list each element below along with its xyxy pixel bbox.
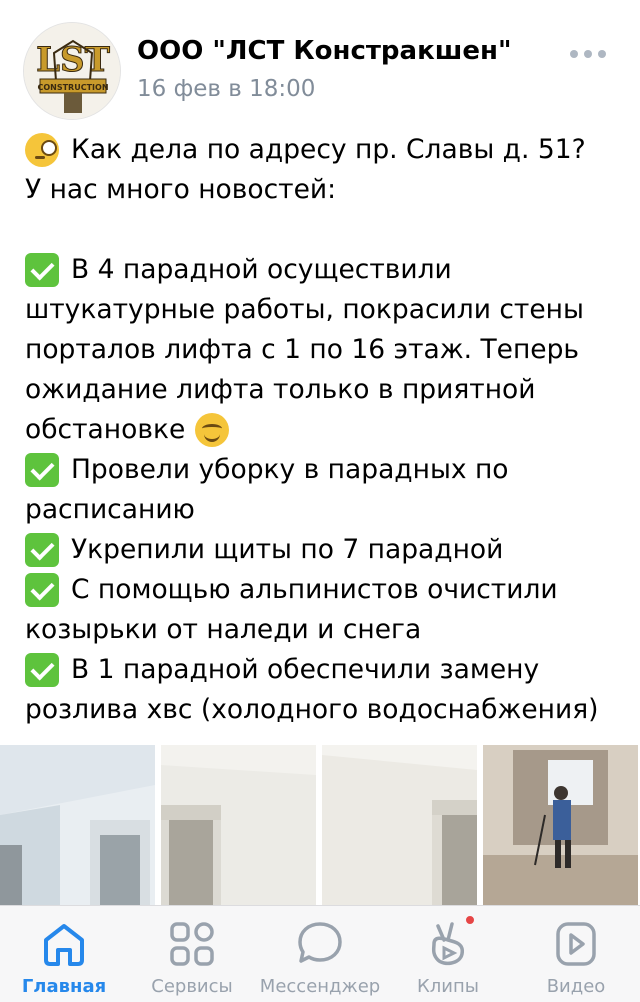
post-line bbox=[25, 210, 625, 250]
notification-badge bbox=[464, 914, 476, 926]
bottom-tab-bar: Главная Сервисы Мессенджер Клипы Видео bbox=[0, 905, 640, 1002]
post-header: LST CONSTRUCTION ООО "ЛСТ Констракшен" 1… bbox=[0, 0, 640, 120]
tab-label: Главная bbox=[21, 976, 107, 997]
post-line: порталов лифта с 1 по 16 этаж. Теперь bbox=[25, 334, 580, 365]
post-date[interactable]: 16 фев в 18:00 bbox=[137, 76, 315, 102]
post-line: У нас много новостей: bbox=[25, 174, 337, 205]
post-line: Как дела по адресу пр. Славы д. 51? bbox=[25, 130, 625, 170]
community-avatar[interactable]: LST CONSTRUCTION bbox=[23, 22, 121, 120]
clips-icon bbox=[422, 914, 476, 970]
photo-thumbnail[interactable] bbox=[483, 745, 638, 905]
tab-label: Видео bbox=[546, 976, 606, 997]
tab-label: Мессенджер bbox=[259, 976, 381, 997]
check-mark-icon bbox=[25, 573, 59, 607]
post-line: расписанию bbox=[25, 494, 195, 525]
svg-text:LST: LST bbox=[36, 40, 110, 80]
post-line: ожидание лифта только в приятной bbox=[25, 374, 536, 405]
tab-clips[interactable]: Клипы bbox=[384, 906, 512, 1002]
check-mark-icon bbox=[25, 653, 59, 687]
photo-gallery bbox=[0, 745, 640, 905]
post-line: штукатурные работы, покрасили стены bbox=[25, 294, 584, 325]
post-text: Как дела по адресу пр. Славы д. 51? У на… bbox=[25, 130, 625, 730]
tab-services[interactable]: Сервисы bbox=[128, 906, 256, 1002]
monocle-face-icon bbox=[25, 133, 59, 167]
post-line: Укрепили щиты по 7 парадной bbox=[25, 530, 625, 570]
post-line: С помощью альпинистов очистили bbox=[25, 570, 625, 610]
post-line: розлива хвс (холодного водоснабжения) bbox=[25, 694, 599, 725]
author-name[interactable]: ООО "ЛСТ Констракшен" bbox=[137, 36, 512, 66]
check-mark-icon bbox=[25, 453, 59, 487]
messenger-icon bbox=[294, 918, 346, 970]
post-line: козырьки от наледи и снега bbox=[25, 614, 422, 645]
tab-label: Клипы bbox=[417, 976, 479, 997]
post-line: обстановке bbox=[25, 410, 625, 450]
tab-messenger[interactable]: Мессенджер bbox=[256, 906, 384, 1002]
services-icon bbox=[166, 918, 218, 970]
check-mark-icon bbox=[25, 253, 59, 287]
post-line: В 4 парадной осуществили bbox=[25, 250, 625, 290]
svg-text:CONSTRUCTION: CONSTRUCTION bbox=[37, 83, 108, 92]
post-line: В 1 парадной обеспечили замену bbox=[25, 650, 625, 690]
tab-video[interactable]: Видео bbox=[512, 906, 640, 1002]
smiling-face-icon bbox=[195, 413, 230, 447]
post-line: Провели уборку в парадных по bbox=[25, 450, 625, 490]
video-icon bbox=[550, 918, 602, 970]
check-mark-icon bbox=[25, 533, 59, 567]
tab-label: Сервисы bbox=[151, 976, 233, 997]
photo-thumbnail[interactable] bbox=[161, 745, 316, 905]
home-icon bbox=[38, 918, 90, 970]
photo-thumbnail[interactable] bbox=[0, 745, 155, 905]
more-options-icon[interactable] bbox=[568, 44, 608, 64]
tab-home[interactable]: Главная bbox=[0, 906, 128, 1002]
photo-thumbnail[interactable] bbox=[322, 745, 477, 905]
